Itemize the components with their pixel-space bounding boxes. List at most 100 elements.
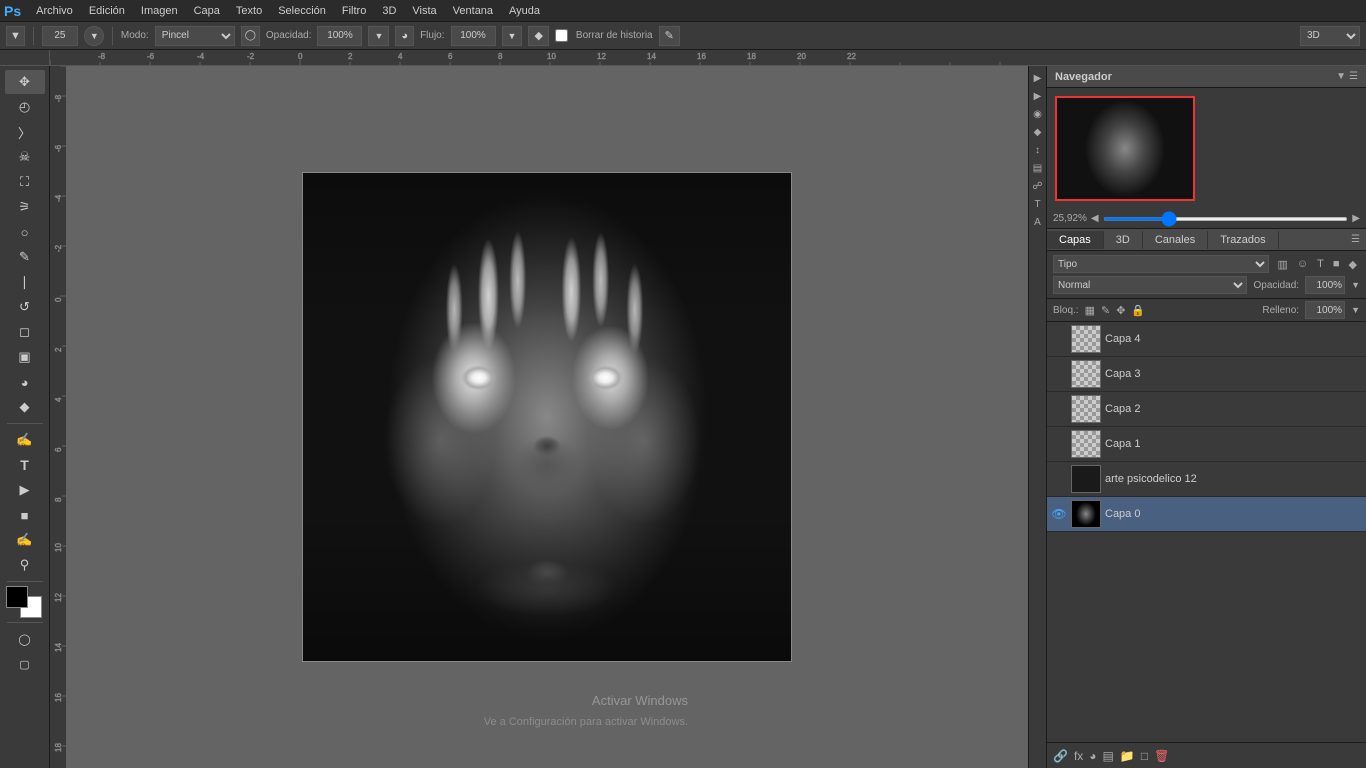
- layer-type-select[interactable]: Tipo: [1053, 255, 1269, 273]
- tablet-btn[interactable]: ◆: [528, 26, 548, 46]
- layer-item-capa2[interactable]: Capa 2: [1047, 392, 1366, 427]
- layer-item-capa1[interactable]: Capa 1: [1047, 427, 1366, 462]
- lock-transparent[interactable]: ▦: [1085, 304, 1095, 317]
- menu-ventana[interactable]: Ventana: [446, 3, 500, 19]
- footer-folder-icon[interactable]: 📁: [1120, 749, 1135, 763]
- tab-canales[interactable]: Canales: [1143, 231, 1208, 249]
- lock-image[interactable]: ✎: [1101, 304, 1110, 317]
- tool-hand[interactable]: ✍: [5, 528, 45, 552]
- tab-trazados[interactable]: Trazados: [1208, 231, 1278, 249]
- tool-lasso[interactable]: 〉: [5, 120, 45, 144]
- view-select[interactable]: 3D: [1300, 26, 1360, 46]
- tool-brush[interactable]: ✎: [5, 245, 45, 269]
- nav-zoom-out[interactable]: ◀: [1091, 213, 1099, 224]
- layer-item-arte[interactable]: arte psicodelico 12: [1047, 462, 1366, 497]
- layer-item-capa0[interactable]: 👁 Capa 0: [1047, 497, 1366, 532]
- navigator-menu[interactable]: ☰: [1349, 71, 1358, 82]
- menu-seleccion[interactable]: Selección: [271, 3, 333, 19]
- opacity-arrow[interactable]: ▼: [1351, 280, 1360, 290]
- layer-vis-capa4[interactable]: [1051, 331, 1067, 347]
- tool-history-brush[interactable]: ↺: [5, 295, 45, 319]
- tool-gradient[interactable]: ▣: [5, 345, 45, 369]
- layer-mode-select[interactable]: Normal: [1053, 276, 1247, 294]
- side-icon-7[interactable]: A: [1030, 214, 1046, 230]
- opacity-input[interactable]: [317, 26, 362, 46]
- footer-delete-icon[interactable]: 🗑: [1154, 749, 1169, 763]
- layer-icon-pixel[interactable]: ▥: [1275, 257, 1291, 272]
- layer-item-capa3[interactable]: Capa 3: [1047, 357, 1366, 392]
- footer-fx-icon[interactable]: fx: [1074, 749, 1083, 763]
- tool-eyedropper[interactable]: ⚞: [5, 195, 45, 219]
- navigator-collapse[interactable]: ▼: [1336, 71, 1346, 82]
- layer-vis-capa2[interactable]: [1051, 401, 1067, 417]
- foreground-color[interactable]: [6, 586, 28, 608]
- collapse-nav-icon[interactable]: ▶: [1030, 70, 1046, 86]
- tool-screen-mode[interactable]: ▢: [5, 652, 45, 676]
- layer-icon-shape[interactable]: ■: [1330, 257, 1343, 272]
- tool-path-select[interactable]: ▶: [5, 478, 45, 502]
- side-icon-2[interactable]: ◆: [1030, 124, 1046, 140]
- tool-pen[interactable]: ✍: [5, 428, 45, 452]
- nav-zoom-slider[interactable]: [1103, 217, 1349, 221]
- flow-input[interactable]: [451, 26, 496, 46]
- tool-healing[interactable]: ○: [5, 220, 45, 244]
- layer-icon-adj[interactable]: ☺: [1294, 257, 1311, 272]
- history-brush-checkbox[interactable]: [555, 29, 568, 42]
- side-icon-1[interactable]: ◉: [1030, 106, 1046, 122]
- footer-mask-icon[interactable]: ▤: [1103, 749, 1114, 763]
- layer-opacity-input[interactable]: [1305, 276, 1345, 294]
- brush-picker-btn[interactable]: ▼: [84, 26, 104, 46]
- tool-clone[interactable]: ❘: [5, 270, 45, 294]
- layer-vis-capa3[interactable]: [1051, 366, 1067, 382]
- side-icon-4[interactable]: ▤: [1030, 160, 1046, 176]
- brush-size-input[interactable]: [42, 26, 78, 46]
- fill-arrow[interactable]: ▼: [1351, 305, 1360, 315]
- layers-menu-icon[interactable]: ☰: [1345, 234, 1366, 245]
- menu-texto[interactable]: Texto: [229, 3, 269, 19]
- menu-3d[interactable]: 3D: [375, 3, 403, 19]
- tool-marquee[interactable]: ◴: [5, 95, 45, 119]
- layer-item-capa4[interactable]: Capa 4: [1047, 322, 1366, 357]
- menu-vista[interactable]: Vista: [405, 3, 443, 19]
- airbrush-btn[interactable]: ◕: [395, 26, 414, 46]
- menu-filtro[interactable]: Filtro: [335, 3, 373, 19]
- tab-capas[interactable]: Capas: [1047, 231, 1104, 249]
- tool-dodge[interactable]: ◆: [5, 395, 45, 419]
- menu-capa[interactable]: Capa: [187, 3, 227, 19]
- footer-link-icon[interactable]: 🔗: [1053, 749, 1068, 763]
- expand-btn[interactable]: ▶: [1030, 88, 1046, 104]
- tool-shape[interactable]: ■: [5, 503, 45, 527]
- tool-eraser[interactable]: ◻: [5, 320, 45, 344]
- opacity-arrow[interactable]: ▼: [368, 26, 389, 46]
- flow-arrow[interactable]: ▼: [502, 26, 523, 46]
- tool-move[interactable]: ✥: [5, 70, 45, 94]
- tool-selector[interactable]: ▼: [6, 26, 25, 46]
- layer-icon-smart[interactable]: ◆: [1346, 257, 1360, 272]
- tool-blur[interactable]: ◕: [5, 370, 45, 394]
- layer-vis-capa1[interactable]: [1051, 436, 1067, 452]
- footer-new-layer-icon[interactable]: □: [1141, 749, 1148, 763]
- brush-icon-btn[interactable]: ✎: [659, 26, 680, 46]
- layer-vis-arte[interactable]: [1051, 471, 1067, 487]
- tool-zoom[interactable]: ⚲: [5, 553, 45, 577]
- lock-position[interactable]: ✥: [1116, 304, 1125, 317]
- layer-icon-type[interactable]: T: [1314, 257, 1327, 272]
- tool-quick-select[interactable]: ☠: [5, 145, 45, 169]
- lock-all[interactable]: 🔒: [1131, 304, 1145, 317]
- tool-quick-mask[interactable]: ◯: [5, 627, 45, 651]
- menu-imagen[interactable]: Imagen: [134, 3, 185, 19]
- tab-3d[interactable]: 3D: [1104, 231, 1143, 249]
- layer-vis-capa0[interactable]: 👁: [1051, 506, 1067, 522]
- menu-archivo[interactable]: Archivo: [29, 3, 80, 19]
- side-icon-6[interactable]: T: [1030, 196, 1046, 212]
- footer-adjustment-icon[interactable]: ◕: [1089, 749, 1096, 763]
- nav-zoom-in[interactable]: ▶: [1352, 213, 1360, 224]
- mode-select[interactable]: Pincel: [155, 26, 235, 46]
- menu-ayuda[interactable]: Ayuda: [502, 3, 547, 19]
- main-canvas[interactable]: [302, 172, 792, 662]
- menu-edicion[interactable]: Edición: [82, 3, 132, 19]
- side-icon-3[interactable]: ↕: [1030, 142, 1046, 158]
- layer-fill-input[interactable]: [1305, 301, 1345, 319]
- tool-crop[interactable]: ⛶: [5, 170, 45, 194]
- mode-toggle[interactable]: ◯: [241, 26, 260, 46]
